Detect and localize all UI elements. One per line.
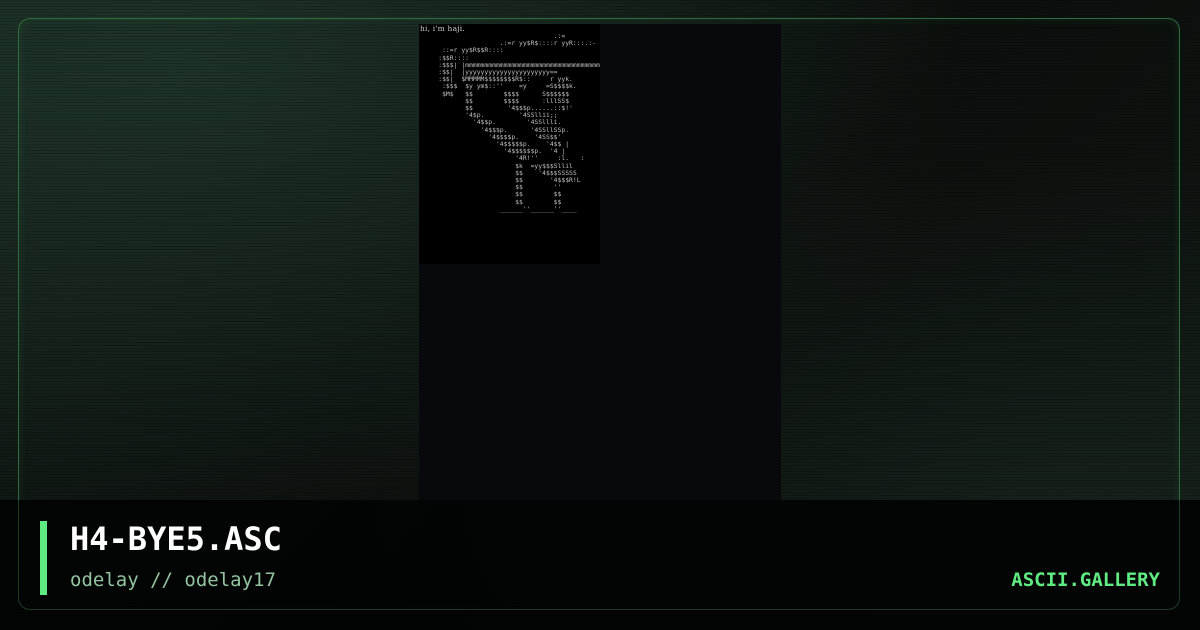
artwork-byline[interactable]: odelay // odelay17 <box>70 569 276 591</box>
site-brand-link[interactable]: ASCII.GALLERY <box>1011 569 1160 591</box>
artwork-title: H4-BYE5.ASC <box>70 520 282 558</box>
title-accent-bar <box>40 521 47 595</box>
ascii-art-text: .:= .:=r yy$R$::::r yyR:::.:- ::=r yy$R$… <box>438 32 600 213</box>
artwork-preview[interactable]: hi, i'm haji. .:= .:=r yy$R$::::r yyR:::… <box>419 24 600 264</box>
